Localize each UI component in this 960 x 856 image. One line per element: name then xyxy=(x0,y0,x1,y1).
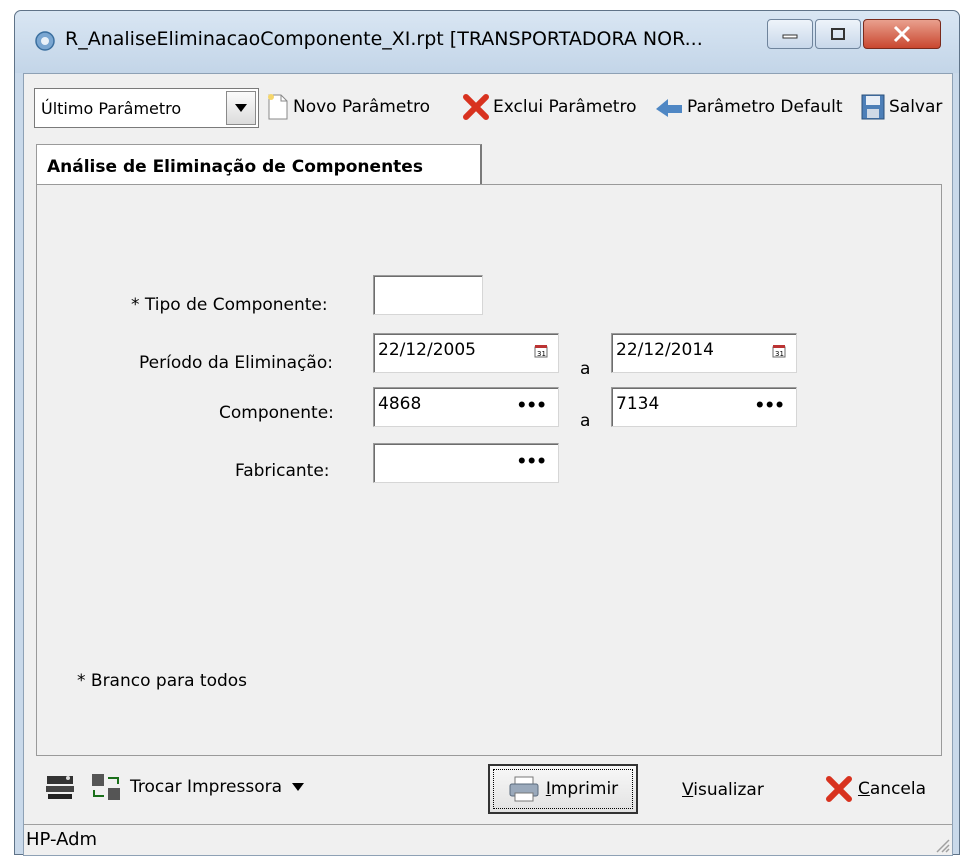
resize-grip-icon[interactable] xyxy=(934,837,950,853)
chevron-down-icon xyxy=(235,104,247,112)
componente-from-input[interactable]: 4868 ••• xyxy=(373,387,559,427)
calendar-icon[interactable]: 31 xyxy=(534,344,548,358)
componente-from-value: 4868 xyxy=(378,394,422,414)
printer-status: HP-Adm xyxy=(26,829,98,850)
trocar-impressora-label: Trocar Impressora xyxy=(130,777,283,797)
window-content: Último Parâmetro Novo Parâmetro Exclui P… xyxy=(23,73,953,856)
ellipsis-lookup-icon[interactable]: ••• xyxy=(516,396,547,416)
new-document-icon xyxy=(268,94,288,120)
default-arrow-icon xyxy=(656,99,682,117)
salvar-label: Salvar xyxy=(889,97,943,117)
window-title: R_AnaliseEliminacaoComponente_XI.rpt [TR… xyxy=(65,28,703,50)
fabricante-input[interactable]: ••• xyxy=(373,443,559,483)
title-bar[interactable]: R_AnaliseEliminacaoComponente_XI.rpt [TR… xyxy=(15,11,959,73)
cancela-access-key: C xyxy=(858,779,870,799)
svg-text:31: 31 xyxy=(537,350,546,358)
imprimir-label-rest: mprimir xyxy=(550,779,619,799)
tipo-componente-input[interactable] xyxy=(373,275,483,315)
parametro-default-label: Parâmetro Default xyxy=(687,97,843,117)
imprimir-button[interactable]: Imprimir xyxy=(488,764,638,814)
calendar-icon[interactable]: 31 xyxy=(772,344,786,358)
maximize-button[interactable] xyxy=(815,19,861,49)
delete-icon xyxy=(463,94,489,120)
tipo-componente-label: * Tipo de Componente: xyxy=(131,295,328,315)
range-separator: a xyxy=(580,411,591,431)
componente-label: Componente: xyxy=(219,403,334,423)
printer-settings-button[interactable] xyxy=(44,772,76,802)
printer-icon xyxy=(509,776,539,802)
novo-parametro-label: Novo Parâmetro xyxy=(293,97,430,117)
periodo-from-input[interactable]: 22/12/2005 31 xyxy=(373,333,559,373)
cancela-label: Cancela xyxy=(858,779,926,799)
cancela-label-rest: ancela xyxy=(869,779,927,799)
minimize-icon xyxy=(782,34,798,39)
visualizar-access-key: V xyxy=(682,780,694,800)
ellipsis-lookup-icon[interactable]: ••• xyxy=(516,452,547,472)
close-button[interactable] xyxy=(863,19,941,49)
visualizar-button[interactable]: Visualizar xyxy=(682,780,764,800)
parameter-select[interactable]: Último Parâmetro xyxy=(34,88,259,128)
status-bar: HP-Adm xyxy=(24,824,952,855)
imprimir-label: Imprimir xyxy=(546,779,618,799)
chevron-down-icon xyxy=(292,783,305,791)
parameter-select-value: Último Parâmetro xyxy=(41,99,182,118)
trocar-impressora-button[interactable]: Trocar Impressora xyxy=(90,772,305,802)
dropdown-button[interactable] xyxy=(226,91,256,125)
componente-to-value: 7134 xyxy=(616,394,660,414)
tab-analise-eliminacao[interactable]: Análise de Eliminação de Componentes xyxy=(36,144,482,186)
parameters-panel: * Tipo de Componente: Período da Elimina… xyxy=(36,184,942,756)
periodo-from-value: 22/12/2005 xyxy=(378,340,476,360)
action-bar: Trocar Impressora Imprimir Visualizar Ca… xyxy=(24,756,952,824)
periodo-to-value: 22/12/2014 xyxy=(616,340,714,360)
svg-text:31: 31 xyxy=(775,350,784,358)
periodo-to-input[interactable]: 22/12/2014 31 xyxy=(611,333,797,373)
app-icon xyxy=(35,31,55,51)
componente-to-input[interactable]: 7134 ••• xyxy=(611,387,797,427)
tab-label: Análise de Eliminação de Componentes xyxy=(47,157,423,177)
parametro-default-button[interactable]: Parâmetro Default xyxy=(654,92,843,122)
fabricante-label: Fabricante: xyxy=(235,461,330,481)
report-window: R_AnaliseEliminacaoComponente_XI.rpt [TR… xyxy=(14,10,960,856)
close-icon xyxy=(893,25,911,43)
minimize-button[interactable] xyxy=(767,19,813,49)
visualizar-label-rest: isualizar xyxy=(693,780,764,800)
cancel-x-icon xyxy=(826,776,852,802)
salvar-button[interactable]: Salvar xyxy=(860,92,942,122)
footnote-text: * Branco para todos xyxy=(77,671,248,691)
exclui-parametro-button[interactable]: Exclui Parâmetro xyxy=(462,92,637,122)
exclui-parametro-label: Exclui Parâmetro xyxy=(493,97,637,117)
novo-parametro-button[interactable]: Novo Parâmetro xyxy=(266,92,430,122)
ellipsis-lookup-icon[interactable]: ••• xyxy=(754,396,785,416)
tab-strip: Análise de Eliminação de Componentes xyxy=(24,140,952,186)
printer-setup-icon xyxy=(46,776,74,799)
visualizar-label: Visualizar xyxy=(682,780,764,800)
toolbar: Último Parâmetro Novo Parâmetro Exclui P… xyxy=(24,74,952,140)
save-disk-icon xyxy=(861,94,885,120)
swap-printer-icon xyxy=(92,774,120,800)
range-separator: a xyxy=(580,359,591,379)
cancela-button[interactable]: Cancela xyxy=(824,774,926,804)
periodo-eliminacao-label: Período da Eliminação: xyxy=(139,353,333,373)
maximize-icon xyxy=(831,28,845,40)
